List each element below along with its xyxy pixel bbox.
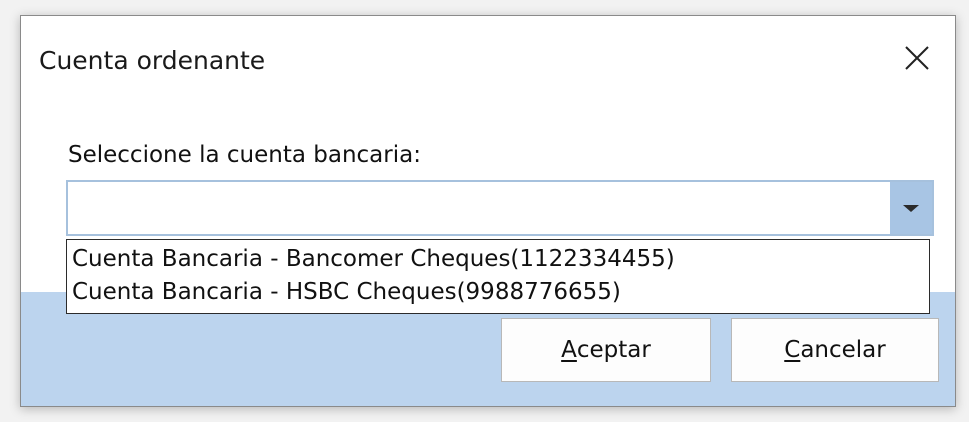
dropdown-option-bancomer[interactable]: Cuenta Bancaria - Bancomer Cheques(11223…: [67, 243, 929, 276]
cancel-mnemonic: C: [784, 337, 801, 363]
close-icon: [905, 46, 929, 70]
account-dropdown-list: Cuenta Bancaria - Bancomer Cheques(11223…: [66, 239, 930, 314]
combobox-dropdown-button[interactable]: [890, 182, 932, 234]
dropdown-option-hsbc[interactable]: Cuenta Bancaria - HSBC Cheques(998877665…: [67, 276, 929, 309]
chevron-down-icon: [903, 204, 919, 212]
account-dialog: Cuenta ordenante Seleccione la cuenta ba…: [20, 15, 956, 407]
cancel-button[interactable]: Cancelar: [731, 318, 939, 382]
accept-label: ceptar: [576, 337, 651, 363]
account-prompt-label: Seleccione la cuenta bancaria:: [68, 142, 421, 168]
close-button[interactable]: [899, 40, 935, 76]
cancel-label: ancelar: [800, 337, 886, 363]
dialog-title: Cuenta ordenante: [39, 46, 266, 75]
accept-mnemonic: A: [561, 337, 577, 363]
accept-button[interactable]: Aceptar: [501, 318, 711, 382]
account-combobox[interactable]: [66, 180, 934, 236]
